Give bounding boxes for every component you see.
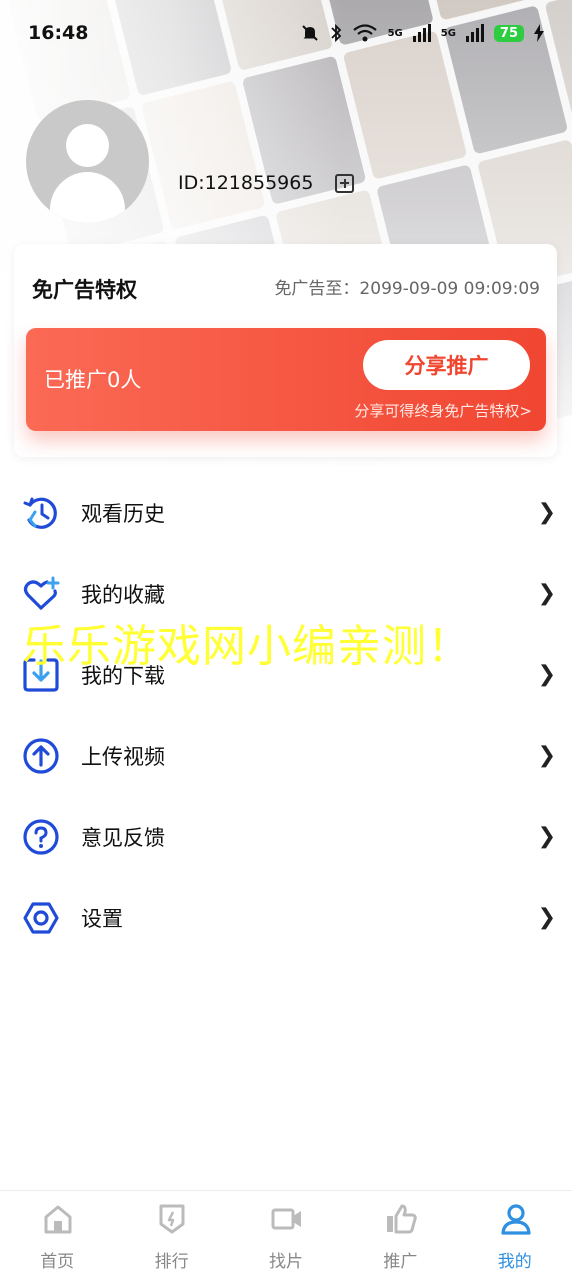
- copy-id-icon[interactable]: [335, 174, 354, 193]
- signal-label-1: 5G: [387, 27, 403, 39]
- signal-bars-icon: [412, 24, 431, 42]
- user-id: ID:121855965: [178, 172, 314, 194]
- wifi-icon: [352, 24, 377, 42]
- menu-label: 我的收藏: [81, 582, 165, 607]
- menu-item-history[interactable]: 观看历史 ❯: [0, 472, 572, 553]
- menu-label: 观看历史: [81, 501, 165, 526]
- video-camera-icon: [271, 1208, 301, 1230]
- tab-mine[interactable]: 我的: [458, 1191, 572, 1279]
- thumbs-up-icon: [387, 1204, 417, 1234]
- chevron-right-icon: ❯: [537, 743, 556, 768]
- chevron-right-icon: ❯: [537, 581, 556, 606]
- status-bar: 16:48 5G 5G 75: [0, 0, 572, 66]
- share-hint-link[interactable]: 分享可得终身免广告特权>: [354, 400, 532, 421]
- menu-item-settings[interactable]: 设置 ❯: [0, 877, 572, 958]
- tab-label: 推广: [383, 1252, 418, 1272]
- ranking-icon: [159, 1204, 185, 1234]
- chevron-right-icon: ❯: [537, 500, 556, 525]
- tab-label: 首页: [40, 1252, 75, 1272]
- signal-label-2: 5G: [440, 27, 456, 39]
- promotion-banner: 已推广0人 分享推广 分享可得终身免广告特权>: [26, 328, 546, 431]
- menu-label: 设置: [81, 906, 123, 931]
- avatar[interactable]: [26, 100, 149, 223]
- bluetooth-icon: [330, 23, 341, 43]
- chevron-right-icon: ❯: [537, 824, 556, 849]
- tab-ranking[interactable]: 排行: [114, 1191, 228, 1279]
- bottom-tab-bar: 首页 排行 找片 推广 我的: [0, 1190, 572, 1279]
- heart-plus-icon: [23, 576, 60, 610]
- battery-level: 75: [493, 24, 524, 42]
- upload-icon: [23, 738, 59, 774]
- watermark-text: 乐乐游戏网小编亲测！: [22, 621, 472, 672]
- chevron-right-icon: ❯: [537, 905, 556, 930]
- menu-label: 上传视频: [81, 744, 165, 769]
- ad-free-expiry: 免广告至：2099-09-09 09:09:09: [274, 279, 540, 299]
- settings-icon: [23, 902, 59, 934]
- promoted-count: 已推广0人: [44, 368, 142, 392]
- history-icon: [23, 497, 57, 529]
- tab-label: 我的: [497, 1252, 532, 1272]
- tab-promote[interactable]: 推广: [343, 1191, 457, 1279]
- share-promote-button[interactable]: 分享推广: [363, 340, 530, 390]
- menu-item-upload[interactable]: 上传视频 ❯: [0, 715, 572, 796]
- charging-icon: [534, 24, 544, 42]
- user-icon: [500, 1204, 531, 1235]
- status-icons: 5G 5G 75: [300, 23, 544, 43]
- menu-item-feedback[interactable]: 意见反馈 ❯: [0, 796, 572, 877]
- mute-bell-icon: [301, 25, 318, 41]
- home-icon: [44, 1205, 72, 1234]
- tab-home[interactable]: 首页: [0, 1191, 114, 1279]
- ad-free-card: 免广告特权 免广告至：2099-09-09 09:09:09 已推广0人 分享推…: [14, 244, 557, 457]
- settings-menu: 观看历史 ❯ 我的收藏 ❯ 我的下载 ❯ 上传视频 ❯ 意见反馈 ❯ 设置 ❯: [0, 472, 572, 958]
- status-time: 16:48: [28, 22, 89, 44]
- menu-label: 意见反馈: [81, 825, 165, 850]
- question-icon: [23, 819, 59, 855]
- signal-bars-icon: [465, 24, 484, 42]
- chevron-right-icon: ❯: [537, 662, 556, 687]
- card-title: 免广告特权: [32, 278, 137, 302]
- tab-label: 找片: [268, 1252, 303, 1272]
- tab-label: 排行: [154, 1252, 189, 1272]
- tab-find-video[interactable]: 找片: [229, 1191, 343, 1279]
